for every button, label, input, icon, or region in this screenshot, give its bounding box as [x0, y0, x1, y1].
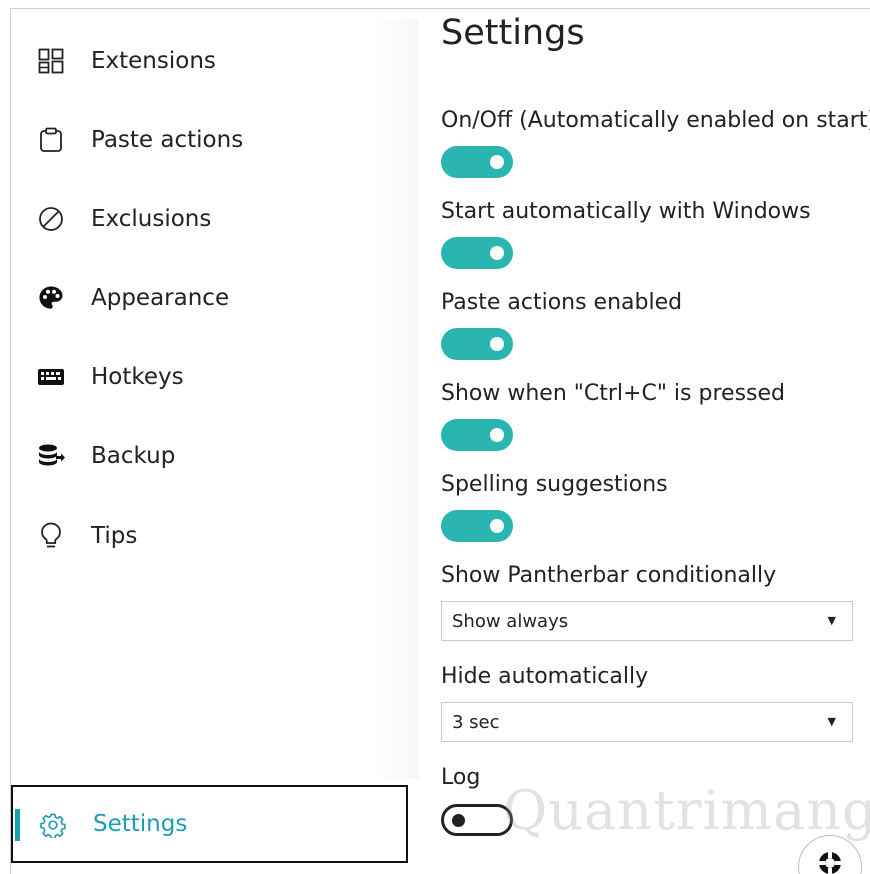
palette-icon: [37, 284, 65, 312]
gear-icon: [39, 811, 67, 839]
page-title: Settings: [441, 13, 585, 53]
block-icon: [37, 205, 65, 233]
setting-label-hide-automatically: Hide automatically: [441, 664, 649, 689]
sidebar-item-label: Extensions: [91, 48, 216, 74]
toggle-knob: [490, 519, 504, 533]
toggle-knob: [490, 155, 504, 169]
sidebar-item-tips[interactable]: Tips: [11, 506, 408, 566]
active-indicator: [15, 809, 20, 841]
setting-label-start-with-windows: Start automatically with Windows: [441, 199, 811, 224]
toggle-paste-actions[interactable]: [441, 328, 513, 360]
toggle-spelling-suggestions[interactable]: [441, 510, 513, 542]
hide-automatically-select[interactable]: 3 sec ▼: [441, 702, 853, 742]
sidebar-item-extensions[interactable]: Extensions: [11, 31, 408, 91]
sidebar-item-label: Exclusions: [91, 206, 212, 232]
watermark: Quantrimang: [503, 779, 870, 842]
sidebar-item-appearance[interactable]: Appearance: [11, 268, 408, 328]
dropdown-arrow-icon: ▼: [827, 715, 836, 728]
setting-label-spelling-suggestions: Spelling suggestions: [441, 472, 668, 497]
sidebar-item-label: Paste actions: [91, 127, 244, 153]
lifebuoy-icon: [817, 850, 843, 874]
setting-label-on-off: On/Off (Automatically enabled on start): [441, 108, 870, 133]
toggle-knob: [490, 246, 504, 260]
sidebar-item-exclusions[interactable]: Exclusions: [11, 189, 408, 249]
sidebar-item-paste-actions[interactable]: Paste actions: [11, 110, 408, 170]
settings-panel: Settings On/Off (Automatically enabled o…: [408, 9, 870, 874]
select-value: Show always: [452, 611, 569, 632]
sidebar-item-label: Tips: [91, 523, 138, 549]
sidebar: Extensions Paste actions Exclusions Appe…: [11, 9, 419, 874]
setting-label-show-on-ctrl-c: Show when "Ctrl+C" is pressed: [441, 381, 785, 406]
sidebar-item-label: Appearance: [91, 285, 230, 311]
select-value: 3 sec: [452, 712, 500, 733]
toggle-knob: [452, 814, 465, 827]
lightbulb-icon: [37, 522, 65, 550]
setting-label-paste-actions: Paste actions enabled: [441, 290, 683, 315]
extensions-icon: [37, 47, 65, 75]
setting-label-show-pantherbar: Show Pantherbar conditionally: [441, 563, 777, 588]
show-pantherbar-select[interactable]: Show always ▼: [441, 601, 853, 641]
sidebar-item-label: Backup: [91, 443, 176, 469]
toggle-start-with-windows[interactable]: [441, 237, 513, 269]
setting-label-log: Log: [441, 765, 481, 790]
toggle-knob: [490, 428, 504, 442]
toggle-on-off[interactable]: [441, 146, 513, 178]
sidebar-item-label: Settings: [93, 811, 188, 837]
sidebar-item-backup[interactable]: Backup: [11, 426, 408, 486]
toggle-show-on-ctrl-c[interactable]: [441, 419, 513, 451]
app-window: Extensions Paste actions Exclusions Appe…: [0, 0, 870, 874]
dropdown-arrow-icon: ▼: [827, 614, 836, 627]
keyboard-icon: [37, 363, 65, 391]
toggle-knob: [490, 337, 504, 351]
sidebar-item-label: Hotkeys: [91, 364, 184, 390]
sidebar-item-hotkeys[interactable]: Hotkeys: [11, 347, 408, 407]
clipboard-icon: [37, 126, 65, 154]
database-icon: [37, 442, 65, 470]
sidebar-item-settings[interactable]: Settings: [11, 785, 408, 863]
